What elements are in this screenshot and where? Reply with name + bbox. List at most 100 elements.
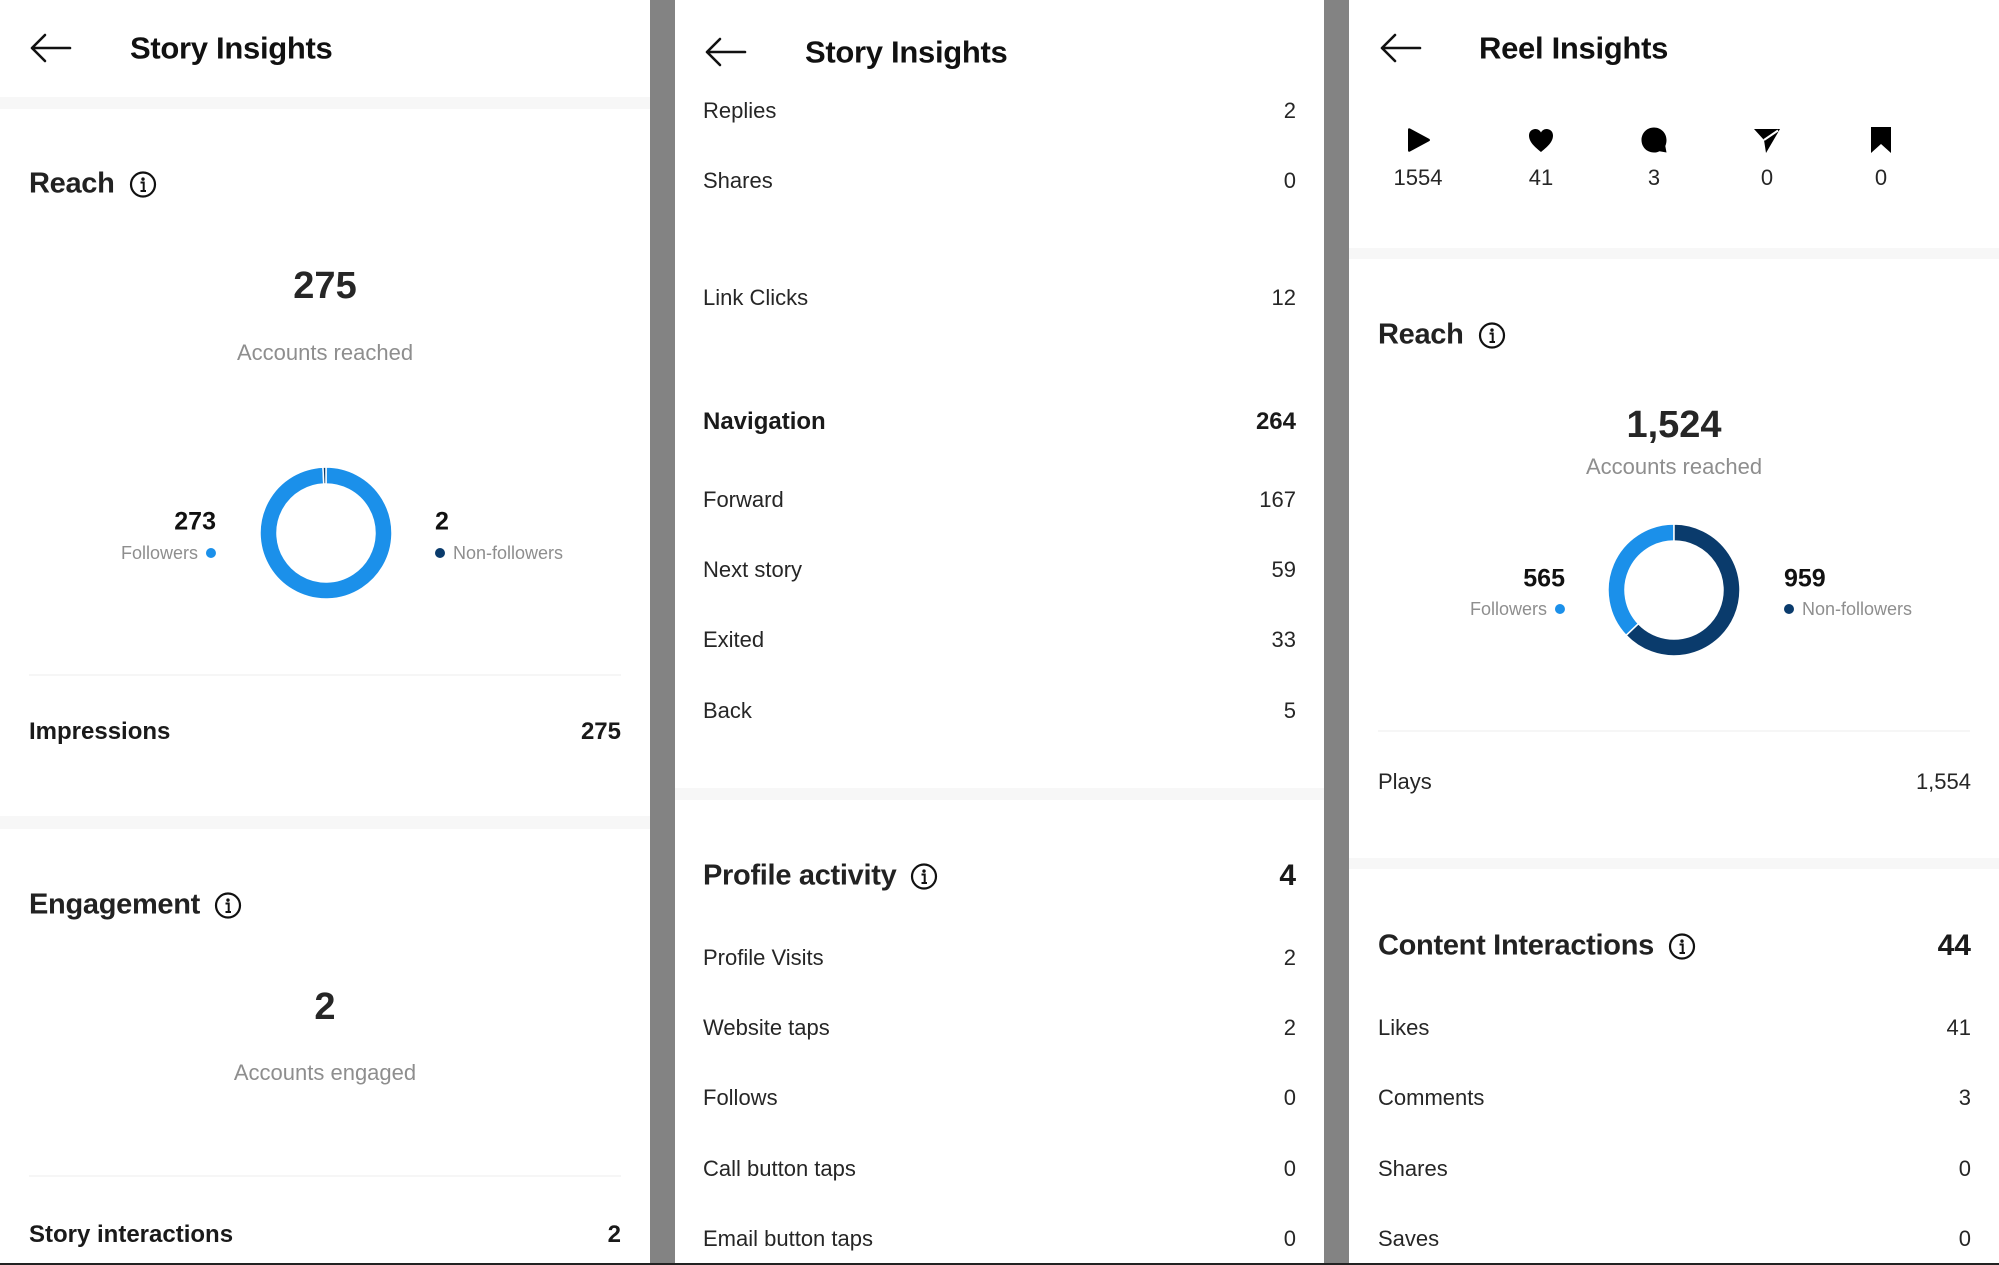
profile-visits-label: Profile Visits <box>703 945 824 970</box>
comments-label: Comments <box>1378 1085 1485 1110</box>
divider <box>29 674 621 676</box>
arrow-left-icon <box>30 33 72 63</box>
accounts-reached-value: 1,524 <box>1626 404 1722 446</box>
section-divider <box>675 788 1324 800</box>
engagement-heading-label: Engagement <box>29 888 201 921</box>
accounts-reached-label: Accounts reached <box>236 340 414 365</box>
section-divider <box>1349 248 1999 259</box>
exited-value: 33 <box>1271 627 1296 652</box>
saves-value: 0 <box>1958 1226 1971 1251</box>
accounts-engaged-label: Accounts engaged <box>233 1060 417 1085</box>
impressions-label: Impressions <box>29 718 171 745</box>
email-button-taps-label: Email button taps <box>703 1226 873 1251</box>
heart-icon <box>1526 125 1556 155</box>
content-interactions-heading-label: Content Interactions <box>1378 929 1654 962</box>
back-button[interactable] <box>28 32 72 64</box>
panel-divider <box>650 0 675 1265</box>
profile-visits-value: 2 <box>1283 945 1296 970</box>
accounts-reached-value: 275 <box>293 265 357 307</box>
story-interactions-value: 2 <box>607 1221 621 1248</box>
back-label: Back <box>703 698 752 723</box>
plays-label: Plays <box>1378 769 1432 794</box>
likes-value: 41 <box>1946 1015 1971 1040</box>
reach-donut-chart <box>1607 523 1741 657</box>
info-circle-icon[interactable] <box>214 891 242 919</box>
shares-value: 0 <box>1283 168 1296 193</box>
call-button-taps-value: 0 <box>1283 1156 1296 1181</box>
plays-count: 1554 <box>1393 165 1443 190</box>
link-clicks-value: 12 <box>1271 285 1296 310</box>
section-divider <box>1349 858 1999 869</box>
call-button-taps-label: Call button taps <box>703 1156 856 1181</box>
profile-activity-heading: Profile activity <box>703 859 938 892</box>
reach-heading-label: Reach <box>1378 318 1464 351</box>
likes-label: Likes <box>1378 1015 1430 1040</box>
info-circle-icon[interactable] <box>910 862 938 890</box>
send-icon <box>1752 125 1782 155</box>
content-interactions-value: 44 <box>1937 929 1971 962</box>
profile-activity-heading-label: Profile activity <box>703 859 897 892</box>
story-insights-panel-details: Story Insights Replies 2 Shares 0 Link C… <box>675 0 1324 1263</box>
shares-value: 0 <box>1958 1156 1971 1181</box>
back-value: 5 <box>1283 698 1296 723</box>
followers-legend-label: Followers <box>1469 599 1547 619</box>
saves-label: Saves <box>1378 1226 1440 1251</box>
story-interactions-label: Story interactions <box>29 1221 234 1248</box>
followers-value: 273 <box>174 507 216 536</box>
followers-dot-icon <box>206 548 216 558</box>
non-followers-dot-icon <box>435 548 445 558</box>
shares-label: Shares <box>703 168 773 193</box>
website-taps-label: Website taps <box>703 1015 830 1040</box>
followers-legend: Followers <box>121 544 216 562</box>
followers-legend-label: Followers <box>120 543 198 563</box>
arrow-left-icon <box>705 37 747 67</box>
donut-slice-followers <box>259 466 393 600</box>
reel-insights-panel: Reel Insights 1554 41 3 0 0 Reach 1,524 … <box>1349 0 1999 1263</box>
info-circle-icon[interactable] <box>1668 932 1696 960</box>
reach-donut-chart <box>259 466 393 600</box>
shares-count: 0 <box>1760 165 1774 190</box>
info-circle-icon[interactable] <box>1478 321 1506 349</box>
navigation-label: Navigation <box>703 408 826 435</box>
arrow-left-icon <box>1380 33 1422 63</box>
next-story-label: Next story <box>703 557 803 582</box>
back-button[interactable] <box>703 36 747 68</box>
non-followers-legend: Non-followers <box>435 544 563 562</box>
reach-heading: Reach <box>1378 318 1506 351</box>
donut-slice-non-followers <box>322 466 327 485</box>
profile-activity-value: 4 <box>1279 859 1296 892</box>
story-insights-panel-overview: Story Insights Reach 275 Accounts reache… <box>0 0 650 1263</box>
comment-icon <box>1639 125 1669 155</box>
follows-label: Follows <box>703 1085 778 1110</box>
reach-heading-label: Reach <box>29 167 115 200</box>
link-clicks-label: Link Clicks <box>703 285 809 310</box>
non-followers-value: 959 <box>1784 564 1826 593</box>
engagement-heading: Engagement <box>29 888 242 921</box>
website-taps-value: 2 <box>1283 1015 1296 1040</box>
comments-count: 3 <box>1647 165 1661 190</box>
divider <box>29 1175 621 1177</box>
info-circle-icon[interactable] <box>129 170 157 198</box>
replies-label: Replies <box>703 98 777 123</box>
reach-heading: Reach <box>29 167 157 200</box>
followers-value: 565 <box>1523 564 1565 593</box>
non-followers-value: 2 <box>435 507 449 536</box>
page-title: Story Insights <box>805 34 1008 70</box>
navigation-value: 264 <box>1255 408 1296 435</box>
non-followers-legend-label: Non-followers <box>1802 599 1913 619</box>
likes-count: 41 <box>1528 165 1554 190</box>
section-divider <box>0 816 650 829</box>
plays-value: 1,554 <box>1915 769 1971 794</box>
back-button[interactable] <box>1378 32 1422 64</box>
next-story-value: 59 <box>1271 557 1296 582</box>
play-icon <box>1403 125 1433 155</box>
accounts-reached-label: Accounts reached <box>1585 454 1763 479</box>
non-followers-legend-label: Non-followers <box>453 543 564 563</box>
followers-dot-icon <box>1555 604 1565 614</box>
section-divider <box>0 97 650 109</box>
replies-value: 2 <box>1283 98 1296 123</box>
email-button-taps-value: 0 <box>1283 1226 1296 1251</box>
saves-count: 0 <box>1874 165 1888 190</box>
shares-label: Shares <box>1378 1156 1448 1181</box>
accounts-engaged-value: 2 <box>314 986 336 1028</box>
